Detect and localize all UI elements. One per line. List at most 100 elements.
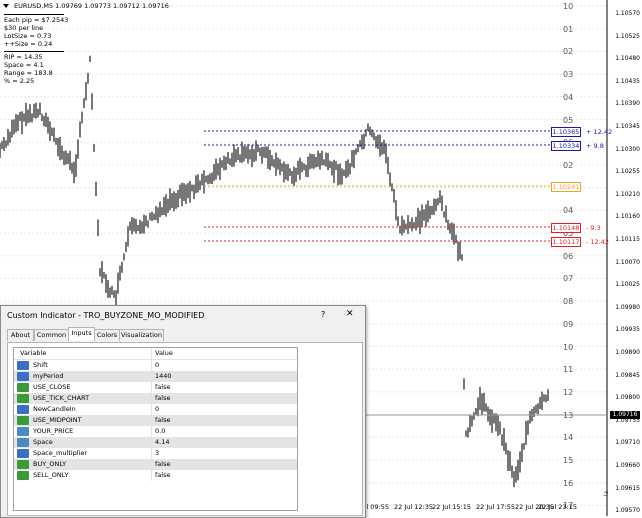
cell-divider bbox=[151, 437, 152, 448]
price-tick-label: 1.09980 bbox=[615, 303, 640, 311]
level-pip-note: + 9.8 bbox=[586, 142, 604, 150]
grid-number: 15 bbox=[563, 456, 574, 465]
param-type-icon bbox=[17, 460, 29, 469]
param-name: myPeriod bbox=[33, 372, 64, 380]
info-line: Each pip = $7.2543 bbox=[4, 16, 69, 24]
level-price-box[interactable]: 1.10148 bbox=[551, 223, 581, 233]
param-value[interactable]: false bbox=[155, 459, 170, 470]
column-header-variable[interactable]: Variable bbox=[20, 348, 47, 359]
info-line: $30 per line bbox=[4, 24, 44, 32]
cell-divider bbox=[151, 470, 152, 481]
info-line: RIP = 14.35 bbox=[4, 53, 43, 61]
param-type-icon bbox=[17, 394, 29, 403]
close-button[interactable]: ✕ bbox=[346, 309, 354, 319]
time-tick-label: 22 Jul 15:15 bbox=[432, 503, 471, 511]
param-value[interactable]: false bbox=[155, 415, 170, 426]
input-row-buy-only[interactable]: BUY_ONLY false bbox=[14, 459, 297, 470]
cell-divider bbox=[151, 382, 152, 393]
cell-divider bbox=[151, 404, 152, 415]
grid-number: 10 bbox=[563, 2, 574, 11]
grid-number: 02 bbox=[563, 47, 574, 57]
input-row-newcandlein[interactable]: NewCandleIn 0 bbox=[14, 404, 297, 415]
param-value[interactable]: 0 bbox=[155, 360, 159, 371]
grid-number: 04 bbox=[563, 92, 574, 102]
tab-inputs[interactable]: Inputs bbox=[68, 327, 95, 341]
price-tick-label: 1.10300 bbox=[615, 145, 640, 153]
symbol-title: EURUSD,M5 1.09769 1.09773 1.09712 1.0971… bbox=[14, 2, 169, 10]
input-row-use-close[interactable]: USE_CLOSE false bbox=[14, 382, 297, 393]
input-row-myperiod[interactable]: myPeriod 1440 bbox=[14, 371, 297, 382]
price-tick-label: 1.09890 bbox=[615, 349, 640, 356]
price-tick-label: 1.09935 bbox=[615, 326, 640, 334]
price-tick-label: 1.10160 bbox=[615, 213, 640, 221]
param-type-icon bbox=[17, 383, 29, 392]
grid-number: 13 bbox=[563, 410, 574, 420]
tab-common[interactable]: Common bbox=[34, 329, 69, 341]
time-tick-label: 22 Jul 12:35 bbox=[394, 503, 433, 511]
grid-number: 16 bbox=[563, 478, 574, 488]
price-tick-label: 1.09570 bbox=[615, 507, 640, 515]
grid-number: 06 bbox=[563, 251, 574, 261]
param-value[interactable]: 0.0 bbox=[155, 426, 165, 437]
input-row-use-tick-chart[interactable]: USE_TICK_CHART false bbox=[14, 393, 297, 404]
param-name: Space bbox=[33, 438, 53, 446]
grid-number: 10 bbox=[563, 342, 574, 352]
help-button[interactable]: ? bbox=[321, 310, 325, 319]
grid-number: 04 bbox=[563, 206, 574, 216]
column-header-value[interactable]: Value bbox=[155, 348, 173, 359]
param-value[interactable]: 3 bbox=[155, 448, 159, 459]
tab-colors[interactable]: Colors bbox=[94, 329, 120, 341]
param-name: SELL_ONLY bbox=[33, 471, 69, 479]
current-price-marker: 1.09716 bbox=[610, 411, 640, 419]
price-tick-label: 1.10345 bbox=[615, 123, 640, 130]
level-price-box[interactable]: 1.10241 bbox=[551, 182, 581, 192]
cell-divider bbox=[151, 426, 152, 437]
price-tick-label: 1.10115 bbox=[615, 236, 640, 243]
param-value[interactable]: 4.14 bbox=[155, 437, 169, 448]
grid-number: 02 bbox=[563, 160, 574, 170]
param-name: USE_CLOSE bbox=[33, 383, 71, 391]
param-value[interactable]: 0 bbox=[155, 404, 159, 415]
input-row-space[interactable]: Space 4.14 bbox=[14, 437, 297, 448]
param-name: NewCandleIn bbox=[33, 405, 76, 413]
level-pip-note: - 9.3 bbox=[586, 224, 601, 232]
param-value[interactable]: false bbox=[155, 382, 170, 393]
level-price-box[interactable]: 1.10334 bbox=[551, 141, 581, 151]
price-tick-label: 1.09615 bbox=[615, 484, 640, 492]
price-tick-label: 1.10025 bbox=[615, 281, 640, 289]
grid-number: 08 bbox=[563, 297, 574, 307]
info-divider bbox=[4, 51, 64, 52]
param-name: Space_multiplier bbox=[33, 449, 88, 457]
param-type-icon bbox=[17, 372, 29, 381]
grid-number: 11 bbox=[563, 365, 574, 375]
level-price-box[interactable]: 1.10365 bbox=[551, 127, 581, 137]
price-tick-label: 1.10480 bbox=[615, 55, 640, 63]
input-row-your-price[interactable]: YOUR_PRICE 0.0 bbox=[14, 426, 297, 437]
param-value[interactable]: 1440 bbox=[155, 371, 172, 382]
info-line: Space = 4.1 bbox=[4, 61, 44, 69]
grid-number: 14 bbox=[563, 433, 574, 443]
level-price-box[interactable]: 1.10117 bbox=[551, 237, 581, 247]
param-type-icon bbox=[17, 361, 29, 370]
price-tick-label: 1.09660 bbox=[615, 462, 640, 469]
cell-divider bbox=[151, 393, 152, 404]
info-line: ++Size = 0.24 bbox=[4, 40, 53, 48]
input-row-space-multiplier[interactable]: Space_multiplier 3 bbox=[14, 448, 297, 459]
tab-about[interactable]: About bbox=[7, 329, 34, 341]
input-row-shift[interactable]: Shift 0 bbox=[14, 360, 297, 371]
time-tick-label: 22 Jul 17:55 bbox=[476, 503, 515, 511]
column-divider[interactable] bbox=[151, 348, 152, 359]
cell-divider bbox=[151, 360, 152, 371]
param-name: BUY_ONLY bbox=[33, 460, 67, 468]
info-line: % = 2.25 bbox=[4, 77, 35, 85]
input-row-use-midpoint[interactable]: USE_MIDPOINT false bbox=[14, 415, 297, 426]
param-value[interactable]: false bbox=[155, 470, 170, 481]
price-tick-label: 1.10570 bbox=[615, 10, 640, 17]
grid-number: 01 bbox=[563, 24, 574, 34]
input-row-sell-only[interactable]: SELL_ONLY false bbox=[14, 470, 297, 481]
chevron-down-icon[interactable] bbox=[3, 4, 9, 8]
grid-number: 05 bbox=[563, 115, 574, 125]
param-value[interactable]: false bbox=[155, 393, 170, 404]
tab-visualization[interactable]: Visualization bbox=[119, 329, 164, 341]
inputs-table: Variable Value Shift 0 myPeriod 1440 USE_CLO… bbox=[13, 347, 298, 511]
